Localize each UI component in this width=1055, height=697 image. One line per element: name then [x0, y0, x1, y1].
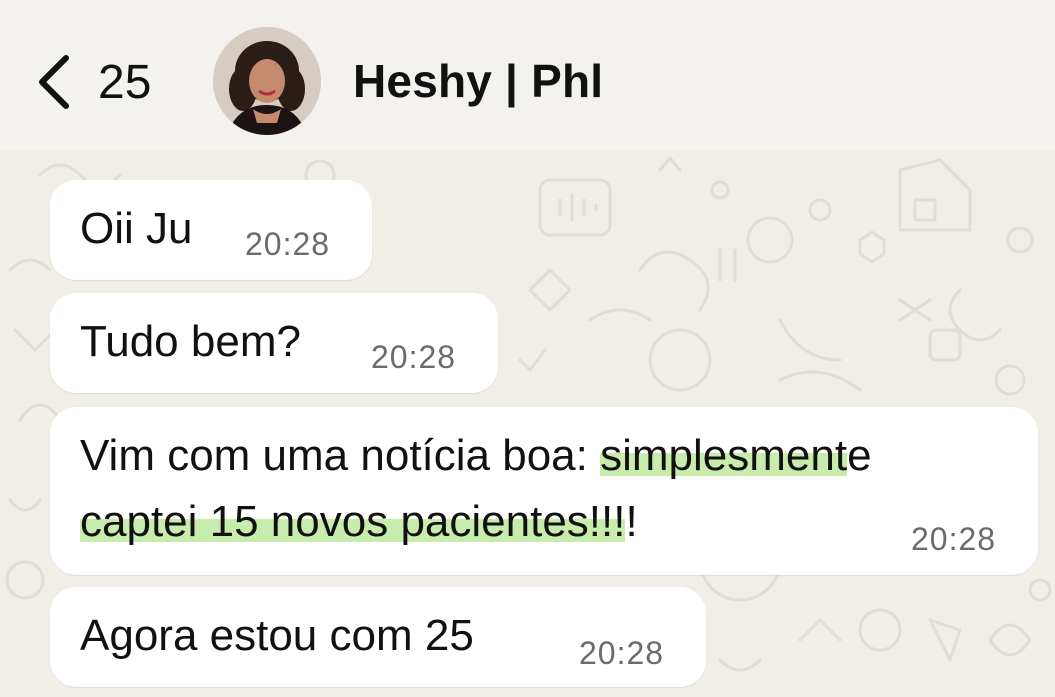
message-bubble[interactable]: Oii Ju 20:28: [50, 180, 372, 280]
message-bubble[interactable]: Tudo bem? 20:28: [50, 293, 498, 393]
message-text-plain: e: [847, 431, 872, 480]
message-text: Tudo bem?: [80, 317, 301, 366]
contact-avatar[interactable]: [213, 27, 321, 135]
unread-count: 25: [98, 55, 152, 109]
message-bubble[interactable]: Vim com uma notícia boa: simplesmente ca…: [50, 407, 1038, 575]
message-list: Oii Ju 20:28 Tudo bem? 20:28 Vim com uma…: [0, 150, 1055, 697]
message-text-plain: Vim com uma notícia boa:: [80, 431, 601, 480]
contact-name[interactable]: Heshy | Phl: [353, 54, 603, 108]
message-text: Oii Ju: [80, 204, 193, 253]
message-bubble[interactable]: Agora estou com 25 20:28: [50, 587, 706, 687]
highlighted-text: captei 15 novos pacientes!!!: [80, 497, 626, 546]
avatar-image: [213, 27, 321, 135]
message-text-line-2: captei 15 novos pacientes!!!!: [80, 497, 638, 547]
chevron-left-icon: [39, 55, 69, 109]
message-time: 20:28: [245, 226, 331, 262]
message-time: 20:28: [371, 339, 457, 375]
message-text-plain: !: [625, 497, 638, 546]
chat-header: 25 Heshy | Phl: [0, 0, 1055, 150]
message-time: 20:28: [579, 635, 665, 671]
back-button[interactable]: 25: [34, 50, 151, 114]
highlighted-text: simplesment: [600, 431, 848, 480]
message-text: Agora estou com 25: [80, 611, 474, 660]
message-time: 20:28: [911, 521, 997, 557]
message-text-line-1: Vim com uma notícia boa: simplesmente: [80, 431, 872, 481]
